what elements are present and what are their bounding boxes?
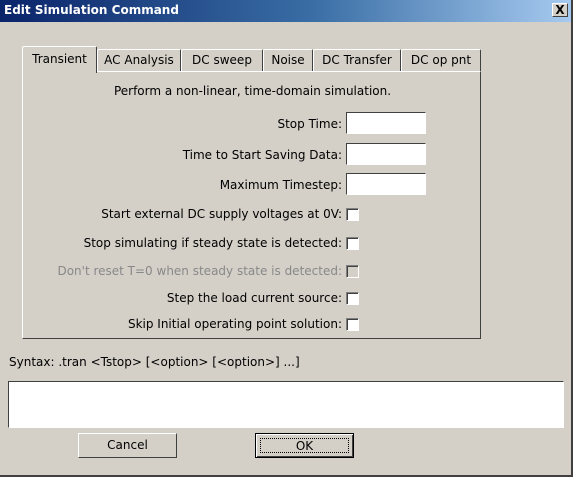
start-saving-input[interactable] xyxy=(346,143,426,165)
step-load-current-label: Step the load current source: xyxy=(166,291,342,305)
skip-initial-op-checkbox[interactable] xyxy=(346,318,359,331)
window-title: Edit Simulation Command xyxy=(4,3,179,17)
start-dc-supply-checkbox[interactable] xyxy=(346,208,359,221)
stop-time-input[interactable] xyxy=(346,112,426,134)
max-timestep-label: Maximum Timestep: xyxy=(219,178,342,192)
dont-reset-t0-label: Don't reset T=0 when steady state is det… xyxy=(57,264,342,278)
tab-dc-transfer[interactable]: DC Transfer xyxy=(313,49,401,71)
close-button[interactable]: X xyxy=(552,3,568,17)
stop-time-label: Stop Time: xyxy=(277,117,342,131)
tab-ac-analysis[interactable]: AC Analysis xyxy=(97,49,181,71)
tab-transient[interactable]: Transient xyxy=(22,46,97,73)
transient-panel: Perform a non-linear, time-domain simula… xyxy=(22,71,481,339)
start-saving-label: Time to Start Saving Data: xyxy=(182,148,342,162)
title-bar[interactable]: Edit Simulation Command X xyxy=(0,0,571,22)
analysis-description: Perform a non-linear, time-domain simula… xyxy=(113,84,392,98)
skip-initial-op-label: Skip Initial operating point solution: xyxy=(127,317,342,331)
ok-button-label: OK xyxy=(260,438,349,453)
command-text-box[interactable] xyxy=(8,381,564,428)
stop-steady-state-checkbox[interactable] xyxy=(346,237,359,250)
stop-steady-state-label: Stop simulating if steady state is detec… xyxy=(83,236,342,250)
tab-dc-sweep[interactable]: DC sweep xyxy=(181,49,263,71)
cancel-button[interactable]: Cancel xyxy=(78,433,177,458)
step-load-current-checkbox[interactable] xyxy=(346,292,359,305)
dont-reset-t0-checkbox xyxy=(346,265,359,278)
start-dc-supply-label: Start external DC supply voltages at 0V: xyxy=(101,207,342,221)
tab-dc-op-pnt[interactable]: DC op pnt xyxy=(401,49,481,71)
ok-button[interactable]: OK xyxy=(255,433,354,458)
edit-simulation-dialog: Edit Simulation Command X Transient AC A… xyxy=(0,0,573,477)
syntax-text: Syntax: .tran <Tstop> [<option> [<option… xyxy=(9,355,300,369)
tab-noise[interactable]: Noise xyxy=(263,49,313,71)
max-timestep-input[interactable] xyxy=(346,173,426,195)
